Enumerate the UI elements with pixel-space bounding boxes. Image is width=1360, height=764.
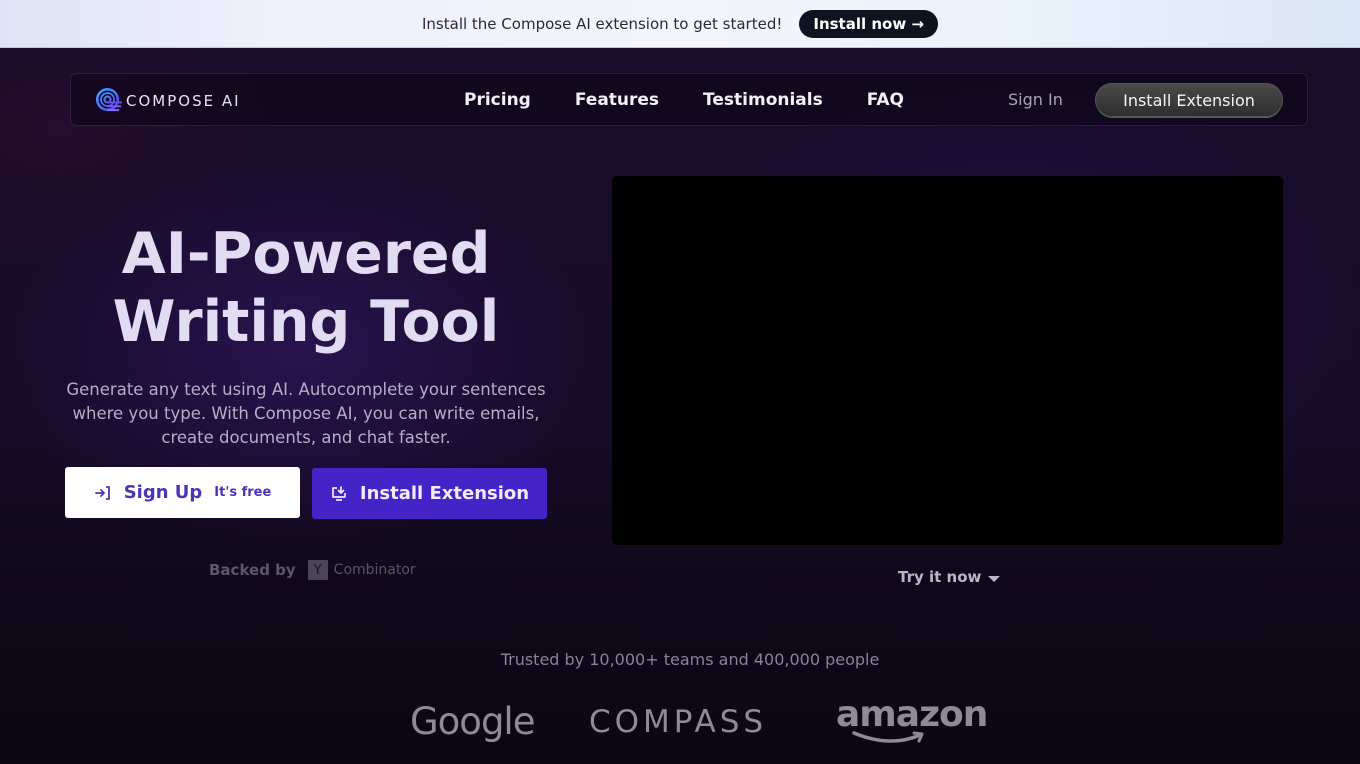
nav-links: Pricing Features Testimonials FAQ: [464, 74, 904, 125]
install-extension-button[interactable]: Install Extension: [312, 468, 547, 519]
customer-logos: Google COMPASS amazon: [0, 694, 1360, 750]
nav-link-faq[interactable]: FAQ: [867, 90, 904, 110]
try-it-now-button[interactable]: Try it now: [898, 568, 1001, 586]
amazon-smile-icon: [852, 731, 924, 743]
navbar: COMPOSE AI Pricing Features Testimonials…: [70, 73, 1308, 126]
hero-title: AI-Powered Writing Tool: [60, 220, 552, 356]
nav-link-pricing[interactable]: Pricing: [464, 90, 531, 110]
nav-link-testimonials[interactable]: Testimonials: [703, 90, 823, 110]
amazon-logo: amazon: [836, 694, 988, 735]
caret-down-icon: [988, 575, 1001, 582]
y-combinator-logo-icon: Y: [307, 560, 328, 580]
trusted-by-text: Trusted by 10,000+ teams and 400,000 peo…: [500, 650, 880, 669]
sign-up-button[interactable]: Sign Up It's free: [65, 467, 300, 518]
compose-logo-icon: [95, 87, 122, 112]
y-combinator-name: Combinator: [333, 562, 416, 578]
google-logo: Google: [410, 700, 535, 743]
announcement-banner: Install the Compose AI extension to get …: [0, 0, 1360, 48]
try-it-now-label: Try it now: [898, 568, 982, 586]
sign-in-arrow-icon: [94, 485, 110, 500]
hero-title-line1: AI-Powered: [121, 221, 491, 287]
compass-logo: COMPASS: [589, 704, 768, 740]
demo-video[interactable]: [612, 176, 1283, 545]
free-badge: It's free: [214, 485, 272, 500]
sign-up-label: Sign Up: [123, 482, 203, 503]
brand-name: COMPOSE AI: [126, 91, 241, 110]
nav-link-features[interactable]: Features: [575, 90, 659, 110]
backed-by: Backed by Y Combinator: [209, 560, 416, 580]
backed-by-label: Backed by: [209, 561, 296, 579]
hero-title-line2: Writing Tool: [112, 289, 500, 355]
hero-description: Generate any text using AI. Autocomplete…: [66, 380, 546, 447]
install-now-button[interactable]: Install now →: [799, 9, 938, 38]
sign-in-link[interactable]: Sign In: [1008, 90, 1063, 109]
banner-text: Install the Compose AI extension to get …: [422, 14, 783, 33]
nav-install-extension-button[interactable]: Install Extension: [1095, 83, 1283, 117]
brand-logo[interactable]: COMPOSE AI: [95, 87, 241, 114]
install-extension-label: Install Extension: [359, 483, 530, 504]
download-monitor-icon: [332, 485, 346, 501]
